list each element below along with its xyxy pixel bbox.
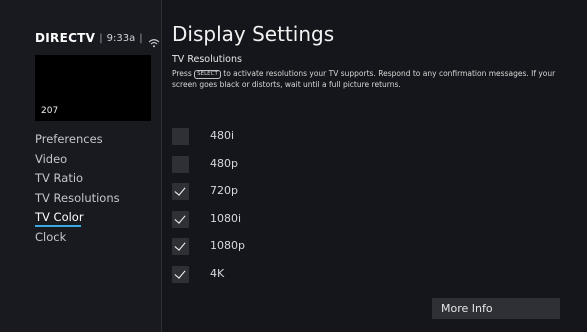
sidebar-item-clock[interactable]: Clock [35, 229, 120, 249]
directv-logo: DIRECTV [35, 31, 96, 45]
resolution-label: 4K [210, 267, 225, 280]
resolution-option[interactable]: 4K [172, 266, 312, 284]
settings-menu: Preferences Video TV Ratio TV Resolutions TV… [35, 131, 120, 248]
resolution-option[interactable]: 480p [172, 155, 312, 174]
separator: | [99, 32, 103, 44]
checkmark-icon [174, 267, 186, 279]
checkbox[interactable] [172, 238, 189, 256]
separator: | [139, 32, 143, 44]
status-bar: DIRECTV | 9:33a | [35, 30, 160, 48]
channel-number: 207 [41, 106, 59, 116]
more-info-button[interactable]: More Info [432, 298, 560, 319]
resolution-option[interactable]: 1080i [172, 210, 312, 229]
checkmark-icon [174, 239, 186, 252]
resolution-option[interactable]: 1080p [172, 238, 312, 256]
resolution-label: 480p [210, 156, 238, 170]
checkmark-icon [174, 184, 186, 196]
sidebar-item-video[interactable]: Video [35, 151, 120, 171]
checkbox[interactable] [172, 210, 189, 228]
main-panel: Display Settings TV Resolutions Press SE… [172, 0, 587, 332]
checkbox[interactable] [172, 183, 189, 201]
section-subtitle: TV Resolutions [172, 54, 242, 65]
sidebar-item-tv-resolutions[interactable]: TV Resolutions [35, 190, 120, 210]
checkbox[interactable] [172, 128, 189, 145]
checkbox[interactable] [172, 266, 189, 283]
select-key-icon: SELECT [194, 70, 221, 79]
resolution-label: 480i [210, 129, 235, 142]
resolution-option[interactable]: 720p [172, 183, 312, 201]
page-title: Display Settings [172, 22, 335, 46]
wifi-icon [148, 33, 160, 48]
resolution-label: 1080i [210, 211, 242, 225]
instructions-text-end: to activate resolutions your TV supports… [172, 69, 556, 89]
instructions: Press SELECT to activate resolutions you… [172, 68, 567, 90]
resolution-label: 1080p [210, 239, 245, 253]
sidebar-item-preferences[interactable]: Preferences [35, 131, 120, 151]
checkbox[interactable] [172, 155, 189, 173]
sidebar: DIRECTV | 9:33a | 207 Preferences Video TV… [0, 0, 162, 332]
video-preview: 207 [35, 55, 151, 121]
resolution-label: 720p [210, 184, 238, 198]
resolution-option[interactable]: 480i [172, 128, 312, 146]
sidebar-item-tv-ratio[interactable]: TV Ratio [35, 170, 120, 190]
clock-time: 9:33a [106, 32, 136, 44]
instructions-text-start: Press [172, 69, 192, 78]
checkmark-icon [174, 212, 186, 224]
sidebar-item-tv-color[interactable]: TV Color [35, 209, 120, 229]
